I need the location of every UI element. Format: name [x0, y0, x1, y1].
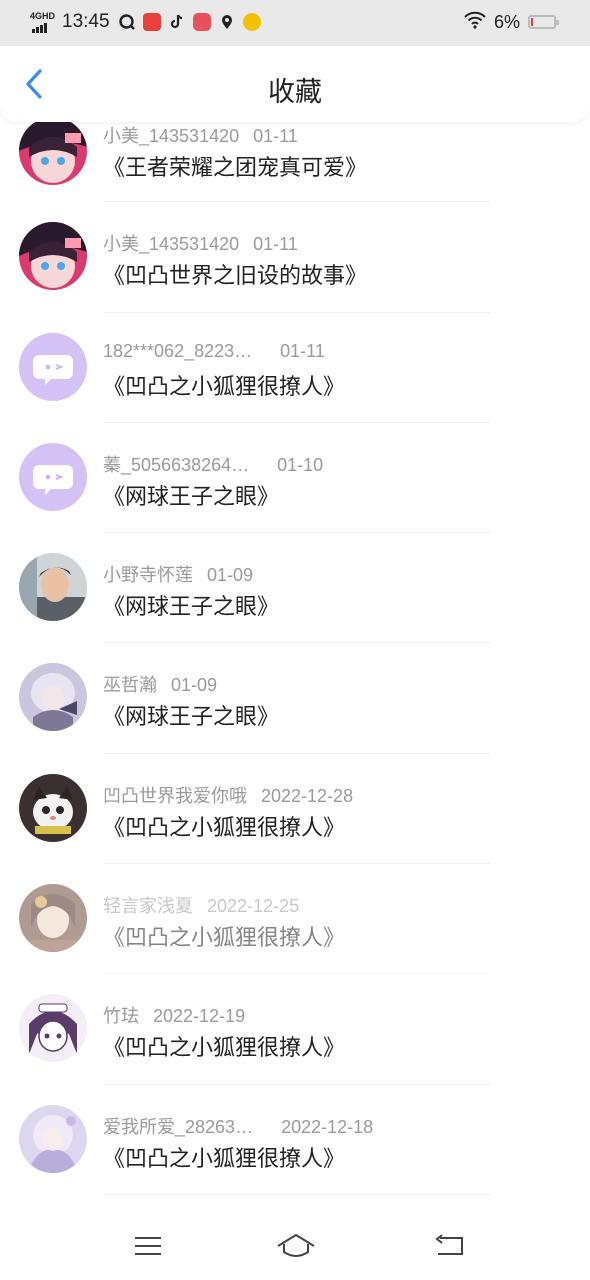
battery-percent: 6%	[493, 11, 520, 32]
item-meta: 竹珐 2022-12-19	[103, 1002, 245, 1028]
back-nav-button[interactable]	[432, 1232, 468, 1260]
list-item[interactable]: 巫哲瀚 01-09 《网球王子之眼》	[0, 643, 590, 754]
list-item[interactable]: 蓁_5056638264… 01-10 《网球王子之眼》	[0, 423, 590, 534]
app-notification-icon	[118, 13, 136, 31]
default-avatar-icon	[19, 332, 87, 401]
item-meta: 轻言家浅夏 2022-12-25	[103, 892, 299, 918]
author-name[interactable]: 凹凸世界我爱你哦	[103, 786, 247, 806]
video-app-icon	[192, 13, 211, 31]
list-item[interactable]: 轻言家浅夏 2022-12-25 《凹凸之小狐狸很撩人》	[0, 864, 590, 975]
item-date: 2022-12-25	[207, 896, 300, 917]
item-title[interactable]: 《网球王子之眼》	[103, 589, 279, 621]
avatar[interactable]	[19, 332, 87, 401]
menu-button[interactable]	[130, 1232, 166, 1260]
list-item[interactable]: 竹珐 2022-12-19 《凹凸之小狐狸很撩人》	[0, 974, 590, 1085]
item-title[interactable]: 《凹凸之小狐狸很撩人》	[103, 1141, 345, 1173]
list-item[interactable]: 小美_143531420 01-11 《凹凸世界之旧设的故事》	[0, 202, 590, 313]
item-title[interactable]: 《凹凸之小狐狸很撩人》	[103, 920, 345, 952]
avatar[interactable]	[19, 994, 87, 1063]
item-title[interactable]: 《凹凸世界之旧设的故事》	[103, 258, 367, 290]
author-name[interactable]: 182***062_8223…	[103, 341, 252, 361]
status-bar: 4GHD 13:45 6%	[0, 0, 590, 46]
home-icon	[277, 1234, 315, 1257]
home-button[interactable]	[275, 1232, 317, 1260]
avatar[interactable]	[19, 117, 87, 185]
item-title[interactable]: 《网球王子之眼》	[103, 479, 279, 511]
author-name[interactable]: 爱我所爱_28263…	[103, 1117, 253, 1137]
item-date: 01-09	[207, 565, 254, 586]
tiktok-icon	[168, 13, 186, 31]
avatar[interactable]	[19, 442, 87, 511]
cat-app-icon	[242, 13, 261, 31]
return-icon	[435, 1234, 463, 1255]
avatar[interactable]	[19, 553, 87, 622]
item-date: 01-10	[277, 454, 324, 475]
item-meta: 爱我所爱_28263… 2022-12-18	[103, 1113, 373, 1139]
signal-icon: 4GHD	[30, 11, 55, 33]
item-date: 2022-12-18	[281, 1116, 374, 1137]
avatar[interactable]	[19, 222, 87, 291]
avatar[interactable]	[19, 663, 87, 732]
item-date: 2022-12-28	[261, 785, 354, 806]
system-nav-bar	[0, 1210, 590, 1280]
item-meta: 巫哲瀚 01-09	[103, 671, 217, 697]
author-name[interactable]: 轻言家浅夏	[103, 896, 193, 916]
item-meta: 凹凸世界我爱你哦 2022-12-28	[103, 782, 353, 808]
item-title[interactable]: 《网球王子之眼》	[103, 699, 279, 731]
item-meta: 182***062_8223… 01-11	[103, 341, 325, 362]
battery-icon	[528, 15, 559, 29]
item-date: 01-11	[253, 126, 298, 146]
list-item[interactable]: 182***062_8223… 01-11 《凹凸之小狐狸很撩人》	[0, 313, 590, 423]
location-icon	[218, 13, 236, 31]
item-meta: 小野寺怀莲 01-09	[103, 561, 253, 587]
author-name[interactable]: 小野寺怀莲	[103, 565, 193, 585]
list-item[interactable]: 小野寺怀莲 01-09 《网球王子之眼》	[0, 533, 590, 644]
author-name[interactable]: 小美_143531420	[103, 126, 239, 146]
favorites-list: 小美_143531420 01-11 《王者荣耀之团宠真可爱》 小美_143531…	[0, 92, 590, 1195]
wifi-icon	[464, 11, 486, 34]
app-header: 收藏	[0, 46, 590, 122]
list-item[interactable]: 爱我所爱_28263… 2022-12-18 《凹凸之小狐狸很撩人》	[0, 1085, 590, 1195]
clock: 13:45	[62, 11, 110, 32]
menu-icon	[135, 1237, 161, 1255]
item-date: 2022-12-19	[153, 1006, 246, 1027]
item-title[interactable]: 《凹凸之小狐狸很撩人》	[103, 369, 345, 401]
item-title[interactable]: 《王者荣耀之团宠真可爱》	[103, 150, 367, 182]
page-title: 收藏	[268, 77, 322, 107]
author-name[interactable]: 小美_143531420	[103, 234, 239, 254]
author-name[interactable]: 蓁_5056638264…	[103, 455, 249, 475]
item-title[interactable]: 《凹凸之小狐狸很撩人》	[103, 1030, 345, 1062]
avatar[interactable]	[19, 884, 87, 953]
item-meta: 小美_143531420 01-11	[103, 122, 298, 148]
item-date: 01-09	[171, 675, 218, 696]
avatar[interactable]	[19, 1104, 87, 1173]
default-avatar-icon	[19, 442, 87, 511]
list-item[interactable]: 凹凸世界我爱你哦 2022-12-28 《凹凸之小狐狸很撩人》	[0, 754, 590, 865]
divider	[103, 1193, 490, 1195]
author-name[interactable]: 巫哲瀚	[103, 675, 157, 695]
item-date: 01-11	[280, 340, 325, 361]
news-app-icon	[142, 13, 161, 31]
item-date: 01-11	[253, 234, 298, 255]
item-meta: 小美_143531420 01-11	[103, 230, 298, 256]
item-meta: 蓁_5056638264… 01-10	[103, 451, 323, 477]
item-title[interactable]: 《凹凸之小狐狸很撩人》	[103, 810, 345, 842]
avatar[interactable]	[19, 773, 87, 842]
author-name[interactable]: 竹珐	[103, 1006, 139, 1026]
